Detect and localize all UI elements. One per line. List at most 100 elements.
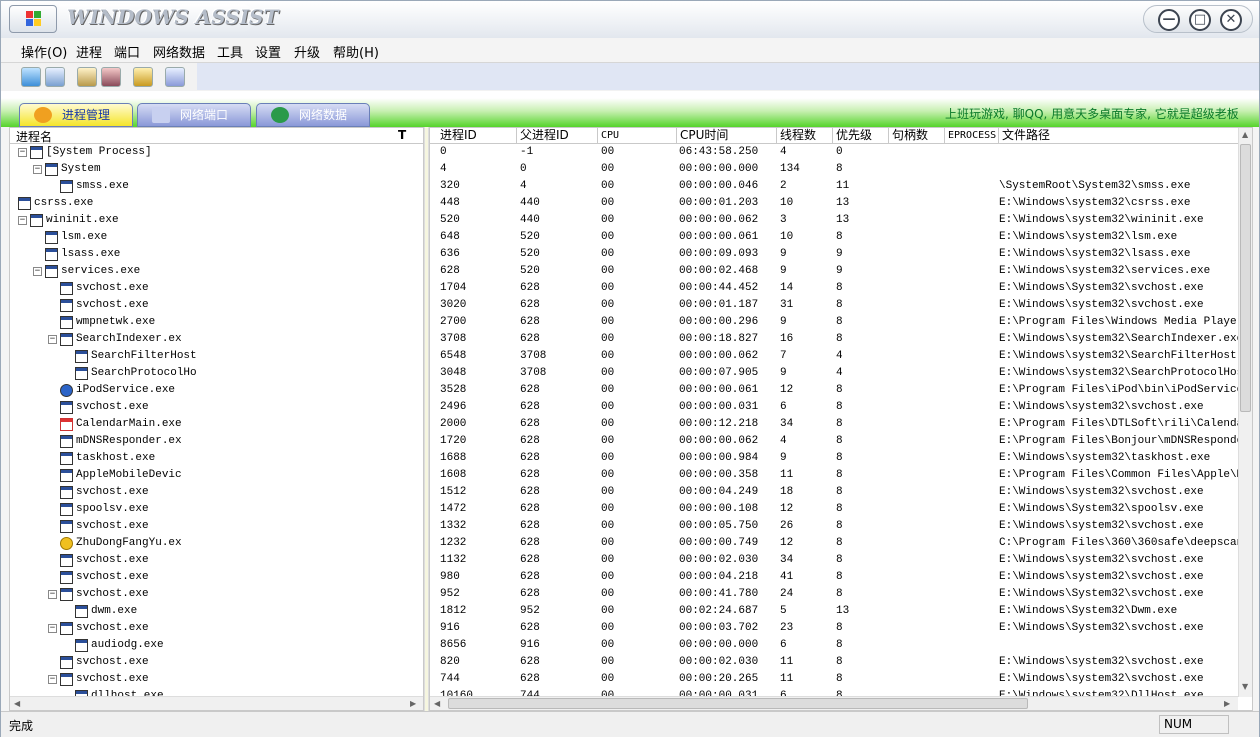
tree-row[interactable]: svchost.exe [10,552,410,569]
app-logo-icon[interactable] [9,5,57,33]
table-row[interactable]: 628 520 00 00:00:02.468 9 9 E:\Windows\system3… [430,263,1238,280]
table-row[interactable]: 1720 628 00 00:00:00.062 4 8 E:\Program Files\… [430,433,1238,450]
table-row[interactable]: 1472 628 00 00:00:00.108 12 8 E:\Windows\Syste… [430,501,1238,518]
process-list-icon[interactable] [77,67,97,87]
refresh-icon[interactable] [21,67,41,87]
table-row[interactable]: 916 628 00 00:00:03.702 23 8 E:\Windows\System… [430,620,1238,637]
tree-row[interactable]: svchost.exe [10,399,410,416]
table-row[interactable]: 8656 916 00 00:00:00.000 6 8 [430,637,1238,654]
tab-network-port[interactable]: 网络端口 [137,103,251,127]
tree-row[interactable]: taskhost.exe [10,450,410,467]
table-row[interactable]: 3708 628 00 00:00:18.827 16 8 E:\Windows\syste… [430,331,1238,348]
tree-row[interactable]: − svchost.exe [10,671,410,688]
scroll-left-icon[interactable]: ◀ [434,699,440,708]
menu-port[interactable]: 端口 [114,42,140,61]
process-name-header[interactable]: 进程名 [16,128,52,145]
tree-row[interactable]: SearchProtocolHo [10,365,410,382]
table-row[interactable]: 3048 3708 00 00:00:07.905 9 4 E:\Windows\syste… [430,365,1238,382]
tree-row[interactable]: svchost.exe [10,518,410,535]
tree-row[interactable]: dwm.exe [10,603,410,620]
table-row[interactable]: 820 628 00 00:00:02.030 11 8 E:\Windows\system… [430,654,1238,671]
table-row[interactable]: 952 628 00 00:00:41.780 24 8 E:\Windows\System… [430,586,1238,603]
menu-process[interactable]: 进程 [76,42,102,61]
table-row[interactable]: 1704 628 00 00:00:44.452 14 8 E:\Windows\Syste… [430,280,1238,297]
tree-row[interactable]: − svchost.exe [10,586,410,603]
tree-row[interactable]: − System [10,161,410,178]
network-icon[interactable] [45,67,65,87]
tab-process-manage[interactable]: 进程管理 [19,103,133,127]
table-row[interactable]: 3020 628 00 00:00:01.187 31 8 E:\Windows\syste… [430,297,1238,314]
tree-row[interactable]: ZhuDongFangYu.ex [10,535,410,552]
table-row[interactable]: 320 4 00 00:00:00.046 2 11 \SystemRoot\System3… [430,178,1238,195]
ad-ticker[interactable]: 上班玩游戏, 聊QQ, 用意天多桌面专家, 它就是超级老板 [945,105,1245,122]
tree-hscroll[interactable]: ◀ ▶ [10,696,423,710]
tree-flag-header[interactable]: T [398,128,406,142]
tree-expander-icon[interactable]: − [18,148,27,157]
tree-row[interactable]: svchost.exe [10,569,410,586]
tree-expander-icon[interactable]: − [48,624,57,633]
table-row[interactable]: 1232 628 00 00:00:00.749 12 8 C:\Program Files… [430,535,1238,552]
tree-expander-icon[interactable]: − [48,590,57,599]
col-ppid[interactable]: 父进程ID [517,128,598,143]
tree-row[interactable]: svchost.exe [10,297,410,314]
col-priority[interactable]: 优先级 [833,128,889,143]
tree-row[interactable]: spoolsv.exe [10,501,410,518]
table-row[interactable]: 2700 628 00 00:00:00.296 9 8 E:\Program Files\… [430,314,1238,331]
tree-expander-icon[interactable]: − [33,267,42,276]
table-row[interactable]: 520 440 00 00:00:00.062 3 13 E:\Windows\system… [430,212,1238,229]
tree-row[interactable]: − SearchIndexer.ex [10,331,410,348]
table-row[interactable]: 1332 628 00 00:00:05.750 26 8 E:\Windows\syste… [430,518,1238,535]
scroll-right-icon[interactable]: ▶ [410,699,416,708]
tree-row[interactable]: lsass.exe [10,246,410,263]
scroll-down-icon[interactable]: ▼ [1242,682,1248,691]
maximize-button[interactable]: □ [1189,9,1211,31]
tab-network-data[interactable]: 网络数据 [256,103,370,127]
tree-expander-icon[interactable]: − [48,675,57,684]
col-handles[interactable]: 句柄数 [889,128,945,143]
table-row[interactable]: 648 520 00 00:00:00.061 10 8 E:\Windows\system… [430,229,1238,246]
tree-row[interactable]: svchost.exe [10,280,410,297]
tree-row[interactable]: iPodService.exe [10,382,410,399]
table-row[interactable]: 1688 628 00 00:00:00.984 9 8 E:\Windows\system… [430,450,1238,467]
tree-expander-icon[interactable]: − [33,165,42,174]
menu-upgrade[interactable]: 升级 [294,42,320,61]
tree-row[interactable]: svchost.exe [10,484,410,501]
table-row[interactable]: 2000 628 00 00:00:12.218 34 8 E:\Program Files… [430,416,1238,433]
menu-netdata[interactable]: 网络数据 [153,42,205,61]
process-table-panel[interactable]: 进程ID 父进程ID CPU CPU时间 线程数 优先级 句柄数 EPROCES… [429,127,1253,711]
chip-icon[interactable] [101,67,121,87]
table-row[interactable]: 0 -1 00 06:43:58.250 4 0 [430,144,1238,161]
eraser-icon[interactable] [165,67,185,87]
table-row[interactable]: 3528 628 00 00:00:00.061 12 8 E:\Program Files… [430,382,1238,399]
tree-row[interactable]: smss.exe [10,178,410,195]
tree-row[interactable]: lsm.exe [10,229,410,246]
col-threads[interactable]: 线程数 [777,128,833,143]
tree-row[interactable]: audiodg.exe [10,637,410,654]
settings-gear-icon[interactable] [133,67,153,87]
tree-row[interactable]: CalendarMain.exe [10,416,410,433]
tree-expander-icon[interactable]: − [18,216,27,225]
tree-row[interactable]: mDNSResponder.ex [10,433,410,450]
close-button[interactable]: ✕ [1220,9,1242,31]
tree-row[interactable]: wmpnetwk.exe [10,314,410,331]
menu-tools[interactable]: 工具 [217,42,243,61]
tree-row[interactable]: csrss.exe [10,195,410,212]
table-hscroll[interactable]: ◀ ▶ [430,696,1238,710]
scroll-up-icon[interactable]: ▲ [1242,130,1248,139]
table-row[interactable]: 2496 628 00 00:00:00.031 6 8 E:\Windows\system… [430,399,1238,416]
col-cpu-time[interactable]: CPU时间 [677,128,777,143]
vscroll-thumb[interactable] [1240,144,1251,412]
process-tree-panel[interactable]: 进程名 T − [System Process] − System smss.exe cs… [9,127,424,711]
tree-expander-icon[interactable]: − [48,335,57,344]
tree-row[interactable]: − services.exe [10,263,410,280]
table-row[interactable]: 1512 628 00 00:00:04.249 18 8 E:\Windows\syste… [430,484,1238,501]
col-cpu[interactable]: CPU [598,128,677,143]
col-file-path[interactable]: 文件路径 [999,128,1238,143]
col-pid[interactable]: 进程ID [430,128,517,143]
table-row[interactable]: 1812 952 00 00:02:24.687 5 13 E:\Windows\Syste… [430,603,1238,620]
hscroll-thumb[interactable] [448,698,1028,709]
table-row[interactable]: 6548 3708 00 00:00:00.062 7 4 E:\Windows\syste… [430,348,1238,365]
menu-help[interactable]: 帮助(H) [333,42,379,61]
tree-row[interactable]: − [System Process] [10,144,410,161]
table-vscroll[interactable]: ▲ ▼ [1238,128,1252,697]
